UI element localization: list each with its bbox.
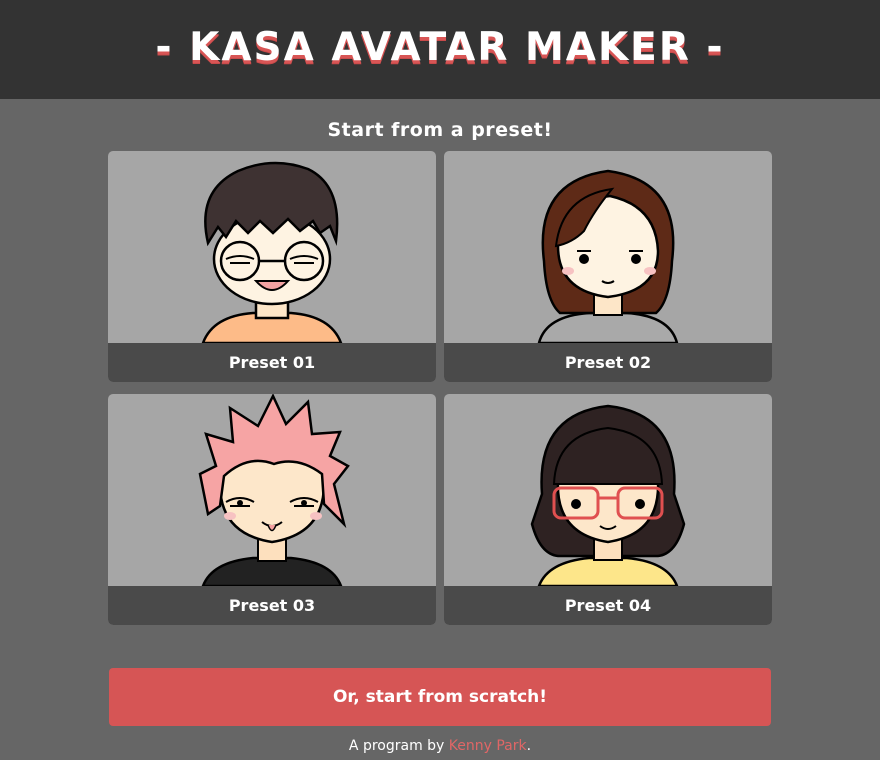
preset-label-bar: Preset 04 bbox=[444, 586, 772, 625]
pink-spiky-hair-avatar bbox=[198, 394, 350, 586]
boy-glasses-avatar bbox=[201, 161, 343, 343]
girl-brown-hair-avatar bbox=[537, 169, 679, 343]
footer-credit: A program by Kenny Park. bbox=[0, 738, 880, 754]
preset-label-bar: Preset 01 bbox=[108, 343, 436, 382]
footer-suffix: . bbox=[526, 738, 532, 754]
author-link[interactable]: Kenny Park bbox=[449, 738, 527, 754]
girl-red-glasses-avatar bbox=[530, 404, 686, 586]
preset-label: Preset 04 bbox=[564, 596, 652, 615]
preset-card-04[interactable]: Preset 04 bbox=[444, 394, 772, 625]
start-from-scratch-label: Or, start from scratch! bbox=[332, 687, 548, 707]
preset-label-bar: Preset 03 bbox=[108, 586, 436, 625]
preset-card-02[interactable]: Preset 02 bbox=[444, 151, 772, 382]
preset-label: Preset 03 bbox=[228, 596, 316, 615]
footer-prefix: A program by bbox=[348, 738, 449, 754]
preset-label-bar: Preset 02 bbox=[444, 343, 772, 382]
preset-card-03[interactable]: Preset 03 bbox=[108, 394, 436, 625]
app-title: - KASA AVATAR MAKER - bbox=[155, 25, 725, 70]
preset-label: Preset 01 bbox=[228, 353, 316, 372]
preset-grid: Preset 01 Preset 02 Preset 03 Preset 04 bbox=[108, 151, 772, 626]
app-root: - KASA AVATAR MAKER - Start from a prese… bbox=[0, 0, 880, 760]
presets-heading: Start from a preset! bbox=[327, 119, 553, 141]
preset-label: Preset 02 bbox=[564, 353, 652, 372]
start-from-scratch-button[interactable]: Or, start from scratch! bbox=[109, 668, 771, 726]
app-header: - KASA AVATAR MAKER - bbox=[0, 0, 880, 99]
preset-card-01[interactable]: Preset 01 bbox=[108, 151, 436, 382]
